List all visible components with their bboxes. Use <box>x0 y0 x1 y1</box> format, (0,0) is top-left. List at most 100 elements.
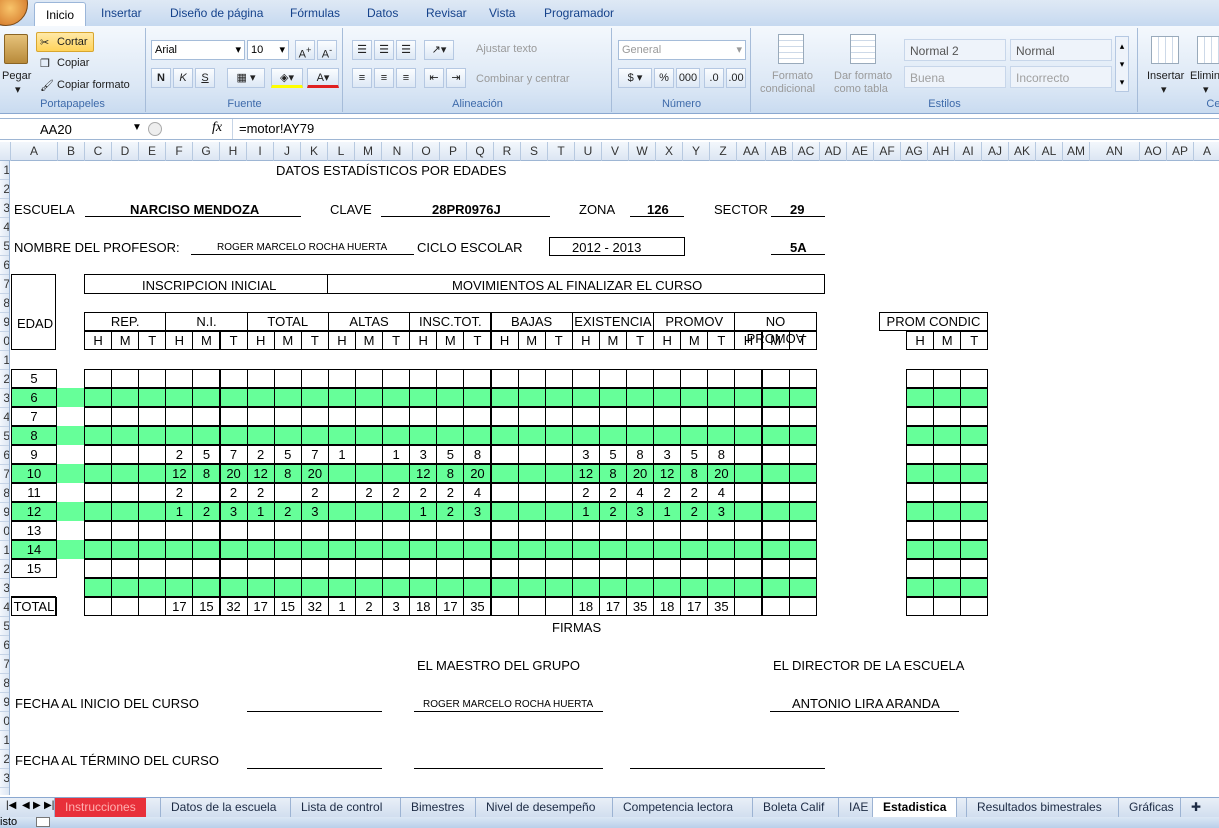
data-cell[interactable] <box>680 426 709 445</box>
data-cell[interactable] <box>273 483 302 502</box>
data-cell[interactable]: 8 <box>680 464 709 483</box>
sheet-tab-6[interactable]: Boleta Calif <box>752 798 834 817</box>
data-cell[interactable] <box>84 388 113 407</box>
data-cell[interactable]: 4 <box>463 483 492 502</box>
data-cell[interactable] <box>84 521 113 540</box>
data-cell[interactable] <box>192 407 221 426</box>
borders-button[interactable]: ▦ ▾ <box>227 68 265 88</box>
row-header[interactable]: 2 <box>0 750 9 769</box>
data-cell[interactable] <box>327 464 356 483</box>
data-cell[interactable] <box>626 521 655 540</box>
sheet-tab-3[interactable]: Bimestres <box>400 798 474 817</box>
data-cell[interactable] <box>490 445 519 464</box>
column-header[interactable]: O <box>413 142 440 161</box>
data-cell[interactable] <box>788 464 817 483</box>
data-cell[interactable] <box>409 426 438 445</box>
column-header[interactable]: A <box>11 142 58 161</box>
data-cell[interactable] <box>165 369 194 388</box>
column-header[interactable]: X <box>656 142 683 161</box>
data-cell[interactable] <box>355 540 384 559</box>
thousands-button[interactable]: 000 <box>676 68 700 88</box>
column-header[interactable]: J <box>274 142 301 161</box>
column-header[interactable]: T <box>548 142 575 161</box>
data-cell[interactable] <box>355 426 384 445</box>
merge-center-button[interactable]: Combinar y centrar <box>476 73 570 85</box>
column-header[interactable]: B <box>58 142 85 161</box>
row-header[interactable]: 9 <box>0 313 9 332</box>
data-cell[interactable]: 1 <box>571 502 600 521</box>
data-cell[interactable] <box>111 388 140 407</box>
sheet-tab-4[interactable]: Nivel de desempeño <box>475 798 605 817</box>
data-cell[interactable] <box>327 407 356 426</box>
prom-cell[interactable] <box>960 388 989 407</box>
data-cell[interactable]: 2 <box>192 502 221 521</box>
data-cell[interactable]: 3 <box>300 502 329 521</box>
data-cell[interactable]: 20 <box>300 464 329 483</box>
data-cell[interactable] <box>436 521 465 540</box>
data-cell[interactable] <box>490 369 519 388</box>
prom-cell[interactable] <box>960 540 989 559</box>
data-cell[interactable] <box>761 464 790 483</box>
data-cell[interactable]: 8 <box>273 464 302 483</box>
chevron-down-icon[interactable]: ▼ <box>132 122 142 133</box>
data-cell[interactable] <box>517 502 546 521</box>
data-cell[interactable] <box>111 464 140 483</box>
column-header[interactable]: AO <box>1140 142 1167 161</box>
prom-cell[interactable] <box>933 578 962 597</box>
next-sheet-icon[interactable]: ▶ <box>33 800 41 811</box>
data-cell[interactable] <box>436 426 465 445</box>
data-cell[interactable] <box>788 540 817 559</box>
row-header[interactable]: 2 <box>0 370 9 389</box>
data-cell[interactable] <box>246 559 275 578</box>
data-cell[interactable] <box>517 445 546 464</box>
data-cell[interactable] <box>111 521 140 540</box>
column-header[interactable]: H <box>220 142 247 161</box>
data-cell[interactable]: 8 <box>598 464 627 483</box>
data-cell[interactable] <box>761 407 790 426</box>
data-cell[interactable] <box>463 369 492 388</box>
column-header[interactable]: G <box>193 142 220 161</box>
data-cell[interactable]: 2 <box>300 483 329 502</box>
data-cell[interactable] <box>327 388 356 407</box>
data-cell[interactable]: 1 <box>382 445 411 464</box>
data-cell[interactable] <box>111 445 140 464</box>
data-cell[interactable] <box>544 521 573 540</box>
data-cell[interactable] <box>517 407 546 426</box>
prom-cell[interactable] <box>960 521 989 540</box>
prom-cell[interactable] <box>933 502 962 521</box>
data-cell[interactable]: 2 <box>436 502 465 521</box>
data-cell[interactable] <box>571 388 600 407</box>
data-cell[interactable] <box>544 464 573 483</box>
data-cell[interactable] <box>409 578 438 597</box>
increase-indent-icon[interactable]: ⇥ <box>446 68 466 88</box>
data-cell[interactable] <box>463 578 492 597</box>
data-cell[interactable] <box>300 407 329 426</box>
column-header[interactable]: C <box>85 142 112 161</box>
data-cell[interactable] <box>382 502 411 521</box>
data-cell[interactable] <box>680 369 709 388</box>
data-cell[interactable] <box>571 407 600 426</box>
align-top-icon[interactable]: ☰ <box>352 40 372 60</box>
data-cell[interactable] <box>653 578 682 597</box>
data-cell[interactable] <box>490 426 519 445</box>
data-cell[interactable]: 2 <box>571 483 600 502</box>
data-cell[interactable]: 2 <box>598 502 627 521</box>
data-cell[interactable] <box>598 426 627 445</box>
row-header[interactable]: 3 <box>0 389 9 408</box>
prom-cell[interactable] <box>906 445 935 464</box>
row-header[interactable]: 8 <box>0 674 9 693</box>
sheet-tab-5[interactable]: Competencia lectora <box>612 798 743 817</box>
data-cell[interactable] <box>327 502 356 521</box>
prom-cell[interactable] <box>906 464 935 483</box>
column-header[interactable]: R <box>494 142 521 161</box>
data-cell[interactable] <box>734 426 763 445</box>
data-cell[interactable] <box>355 502 384 521</box>
increase-decimal-button[interactable]: .0 <box>704 68 724 88</box>
data-cell[interactable] <box>138 559 167 578</box>
italic-button[interactable]: K <box>173 68 193 88</box>
row-header[interactable]: 8 <box>0 294 9 313</box>
table-format-button[interactable]: Dar formato <box>834 70 892 82</box>
percent-button[interactable]: % <box>654 68 674 88</box>
data-cell[interactable] <box>300 521 329 540</box>
tab-programador[interactable]: Programador <box>544 6 614 20</box>
